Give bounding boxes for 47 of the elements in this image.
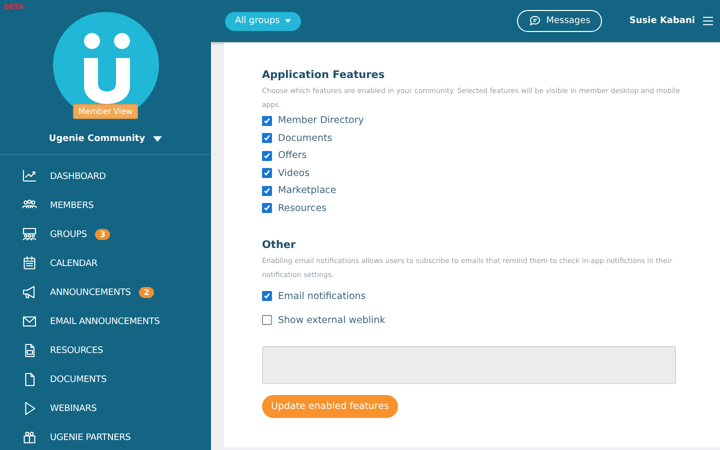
nav-link[interactable]: MEMBERS — [50, 200, 94, 210]
caret-icon — [153, 136, 162, 142]
checkbox[interactable] — [262, 186, 272, 196]
chart-icon — [22, 169, 37, 184]
section-title: Application Features — [262, 69, 386, 81]
checkbox[interactable] — [262, 315, 272, 325]
checkbox-label: Documents — [278, 132, 332, 144]
checkbox-label: Offers — [278, 150, 307, 162]
checkbox-label: Show external weblink — [278, 314, 386, 326]
envelope-icon — [22, 314, 37, 329]
checkbox[interactable] — [262, 133, 272, 144]
nav-link[interactable]: EMAIL ANNOUNCEMENTS — [50, 316, 160, 326]
calendar-icon — [22, 256, 37, 271]
checkbox[interactable] — [262, 291, 272, 301]
nav-link[interactable]: UGENIE PARTNERS — [50, 432, 131, 442]
checkbox[interactable] — [262, 150, 272, 161]
menu-icon[interactable] — [703, 16, 713, 26]
nav-link[interactable]: ANNOUNCEMENTS — [50, 288, 131, 298]
megaphone-icon — [22, 285, 37, 300]
count-badge: 3 — [94, 229, 110, 240]
user-name[interactable]: Susie Kabani — [629, 16, 695, 26]
checkbox-label: Resources — [278, 202, 327, 214]
checkbox[interactable] — [262, 203, 272, 214]
count-badge: 2 — [138, 287, 154, 298]
member-view-badge: Member View — [73, 104, 138, 119]
nav-link[interactable]: DASHBOARD — [50, 172, 106, 182]
checkbox-label: Videos — [278, 168, 310, 179]
nav-link[interactable]: RESOURCES — [50, 346, 104, 356]
group-icon — [22, 227, 37, 242]
file-icon — [22, 343, 37, 358]
gift-icon — [22, 430, 37, 445]
nav-link[interactable]: WEBINARS — [50, 404, 97, 414]
checkbox-label: Email notifications — [278, 290, 366, 302]
checkbox[interactable] — [262, 168, 272, 178]
nav-link[interactable]: CALENDAR — [50, 258, 98, 268]
nav-link[interactable]: DOCUMENTS — [50, 374, 106, 384]
checkbox[interactable] — [262, 116, 272, 126]
section-title: Other — [262, 239, 297, 251]
community-dropdown[interactable]: Ugenie Community — [48, 134, 162, 144]
caret-icon — [284, 19, 291, 23]
messages-button[interactable]: Messages — [517, 10, 602, 32]
play-icon — [22, 401, 37, 416]
nav-link[interactable]: GROUPS — [50, 230, 87, 240]
document-icon — [22, 372, 37, 387]
checkbox-label: Member Directory — [278, 115, 364, 126]
checkbox-label: Marketplace — [278, 185, 336, 196]
chat-bubble-icon — [529, 15, 542, 27]
